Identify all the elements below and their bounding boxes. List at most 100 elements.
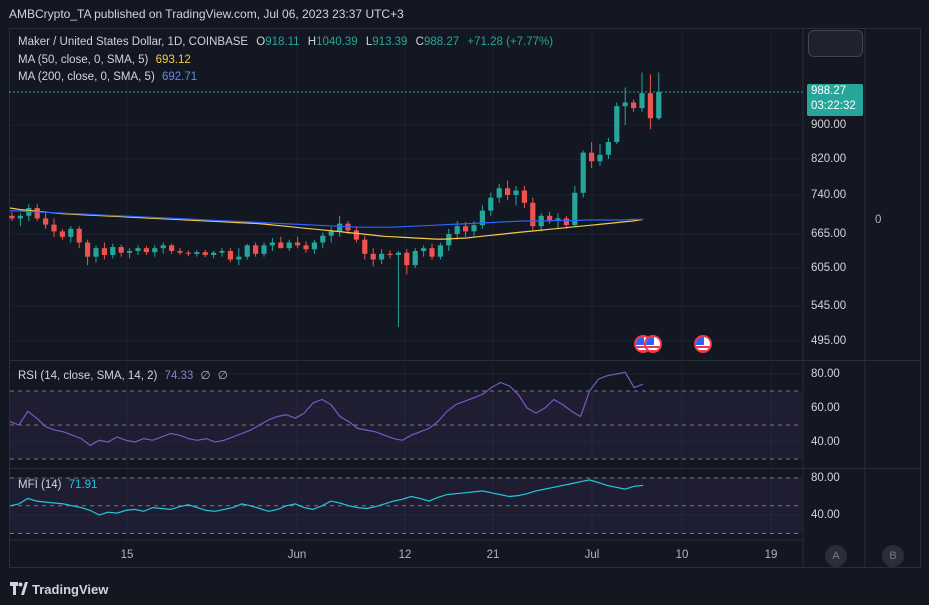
ma50-legend[interactable]: MA (50, close, 0, SMA, 5) 693.12 bbox=[18, 54, 191, 66]
candle-body bbox=[101, 248, 107, 255]
price-scale-button[interactable] bbox=[808, 30, 863, 57]
candle-body bbox=[185, 252, 191, 254]
candle-body bbox=[34, 208, 40, 219]
time-label: 10 bbox=[675, 549, 689, 561]
price-label: 665.00 bbox=[811, 228, 847, 240]
candle-body bbox=[446, 234, 452, 246]
rsi-legend[interactable]: RSI (14, close, SMA, 14, 2) 74.33 ∅ ∅ bbox=[18, 368, 228, 382]
candle-body bbox=[135, 248, 141, 251]
low-value: 913.39 bbox=[372, 36, 408, 48]
candle-body bbox=[387, 253, 393, 255]
rsi-axis-label: 60.00 bbox=[811, 402, 840, 414]
rsi-axis-label: 80.00 bbox=[811, 368, 840, 380]
open-label: O bbox=[256, 36, 266, 48]
change-value: +71.28 (+7.77%) bbox=[467, 36, 554, 48]
candle-body bbox=[286, 242, 292, 249]
candle-body bbox=[295, 242, 301, 246]
candle-body bbox=[379, 253, 385, 260]
candle-body bbox=[631, 102, 637, 109]
candles bbox=[9, 72, 662, 327]
rsi-value: 74.33 bbox=[164, 370, 194, 382]
candle-body bbox=[488, 197, 494, 211]
price-label: 740.00 bbox=[811, 189, 847, 201]
scale-b-button[interactable]: B bbox=[882, 545, 904, 567]
us-flag-icon[interactable] bbox=[694, 335, 712, 353]
mfi-legend[interactable]: MFI (14) 71.91 bbox=[18, 479, 97, 491]
candle-body bbox=[421, 248, 427, 251]
candle-body bbox=[68, 228, 74, 237]
time-label: 21 bbox=[486, 549, 500, 561]
ma50-label: MA (50, close, 0, SMA, 5) bbox=[18, 54, 149, 66]
candle-body bbox=[320, 235, 326, 243]
price-label: 495.00 bbox=[811, 335, 847, 347]
candle-body bbox=[605, 142, 611, 155]
candle-body bbox=[211, 252, 217, 255]
ma50-value: 693.12 bbox=[155, 54, 191, 66]
brand-name: TradingView bbox=[32, 582, 109, 597]
candle-body bbox=[647, 93, 653, 119]
candle-body bbox=[429, 248, 435, 257]
candle-body bbox=[412, 251, 418, 266]
candle-body bbox=[244, 245, 250, 257]
candle-body bbox=[463, 226, 469, 232]
candle-body bbox=[563, 218, 569, 226]
candle-body bbox=[454, 226, 460, 234]
candle-body bbox=[76, 228, 82, 243]
candle-body bbox=[353, 230, 359, 240]
current-price: 988.27 bbox=[811, 85, 847, 97]
mfi-label: MFI (14) bbox=[18, 479, 62, 491]
candle-body bbox=[395, 252, 401, 255]
high-label: H bbox=[307, 36, 317, 48]
candle-body bbox=[169, 245, 175, 251]
price-label: 605.00 bbox=[811, 262, 847, 274]
time-label: Jun bbox=[287, 549, 307, 561]
candle-body bbox=[437, 245, 443, 257]
rsi-axis-label: 40.00 bbox=[811, 436, 840, 448]
candle-body bbox=[337, 223, 343, 232]
chart-canvas[interactable] bbox=[0, 0, 929, 605]
rsi-label: RSI (14, close, SMA, 14, 2) bbox=[18, 370, 158, 382]
candle-body bbox=[597, 154, 603, 162]
candle-body bbox=[505, 188, 511, 195]
candle-body bbox=[236, 256, 242, 260]
candle-body bbox=[9, 215, 15, 219]
candle-body bbox=[177, 251, 183, 253]
ma200-legend[interactable]: MA (200, close, 0, SMA, 5) 692.71 bbox=[18, 71, 197, 83]
candle-body bbox=[622, 102, 628, 107]
candle-body bbox=[17, 215, 23, 219]
symbol-legend[interactable]: Maker / United States Dollar, 1D, COINBA… bbox=[18, 36, 553, 48]
candle-body bbox=[152, 248, 158, 253]
close-label: C bbox=[415, 36, 424, 48]
us-flag-icon[interactable] bbox=[644, 335, 662, 353]
candle-body bbox=[118, 247, 124, 253]
candle-body bbox=[227, 251, 233, 260]
open-value: 918.11 bbox=[265, 36, 300, 48]
candle-body bbox=[311, 242, 317, 250]
right-scale-value: 0 bbox=[875, 214, 882, 226]
candle-body bbox=[614, 106, 620, 142]
grid-lines bbox=[10, 29, 802, 540]
candle-body bbox=[202, 252, 208, 255]
candle-body bbox=[404, 252, 410, 266]
tradingview-logo-icon bbox=[10, 582, 28, 595]
candle-body bbox=[219, 251, 225, 253]
mfi-band bbox=[10, 478, 802, 534]
time-label: Jul bbox=[584, 549, 600, 561]
mfi-axis-label: 80.00 bbox=[811, 472, 840, 484]
candle-body bbox=[370, 253, 376, 260]
candle-body bbox=[639, 93, 645, 109]
candle-body bbox=[51, 224, 57, 232]
bar-countdown: 03:22:32 bbox=[811, 100, 856, 112]
price-label: 820.00 bbox=[811, 153, 847, 165]
mfi-value: 71.91 bbox=[68, 479, 98, 491]
rsi-band bbox=[10, 391, 802, 459]
candle-body bbox=[278, 242, 284, 249]
auto-scale-button[interactable]: A bbox=[825, 545, 847, 567]
symbol-name: Maker / United States Dollar, 1D, COINBA… bbox=[18, 36, 249, 48]
candle-body bbox=[589, 152, 595, 162]
candle-body bbox=[160, 245, 166, 249]
mfi-axis-label: 40.00 bbox=[811, 509, 840, 521]
rsi-extra: ∅ bbox=[200, 370, 211, 382]
time-label: 15 bbox=[120, 549, 134, 561]
candle-body bbox=[656, 92, 662, 119]
